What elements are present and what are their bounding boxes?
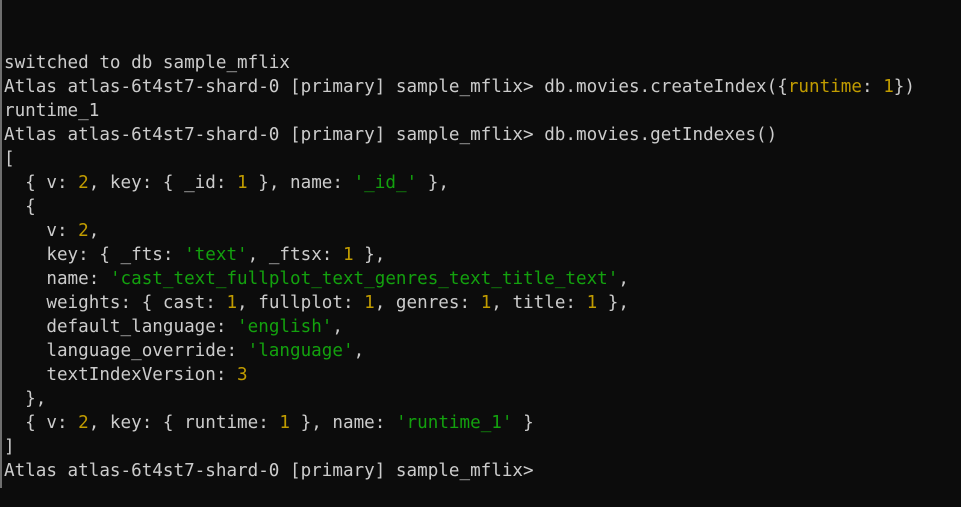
terminal-line: name: 'cast_text_fullplot_text_genres_te… [4,267,961,291]
terminal-line: textIndexVersion: 3 [4,363,961,387]
text-token: }, [4,389,47,409]
string-token: 'text' [184,245,248,265]
terminal-line: language_override: 'language', [4,339,961,363]
text-token: ] [4,437,15,457]
number-token: 1 [480,293,492,313]
text-token: { [4,197,36,217]
text-token: : [862,77,884,97]
terminal-line: [ [4,147,961,171]
text-token: v: [4,221,79,241]
text-token: }, name: [247,173,354,193]
terminal-line: weights: { cast: 1, fullplot: 1, genres:… [4,291,961,315]
text-token: , [332,317,343,337]
string-token: 'english' [237,317,333,337]
number-token: 1 [364,293,375,313]
number-token: 2 [78,413,89,433]
number-token: 1 [237,173,248,193]
text-token: [ [4,149,15,169]
terminal-line: switched to db sample_mflix [4,51,961,75]
terminal-line: default_language: 'english', [4,315,961,339]
text-token: }) [893,77,915,97]
string-token: 'language' [247,341,354,361]
text-token: Atlas atlas-6t4st7-shard-0 [primary] sam… [4,461,545,481]
text-token: Atlas atlas-6t4st7-shard-0 [primary] sam… [4,125,778,145]
text-token: name: [4,269,110,289]
string-token: '_id_' [353,173,418,193]
string-token: 'cast_text_fullplot_text_genres_text_tit… [109,269,619,289]
text-token: runtime_1 [4,101,100,121]
terminal-line: v: 2, [4,219,961,243]
text-token: }, name: [290,413,396,433]
terminal-line: }, [4,387,961,411]
terminal-line: { [4,195,961,219]
terminal-line: key: { _fts: 'text', _ftsx: 1 }, [4,243,961,267]
text-token: Atlas atlas-6t4st7-shard-0 [primary] sam… [4,77,788,97]
text-token: , title: [491,293,587,313]
terminal-line: Atlas atlas-6t4st7-shard-0 [primary] sam… [4,123,961,147]
text-token: key: { _fts: [4,245,185,265]
number-token: 1 [342,245,354,265]
terminal-window[interactable]: switched to db sample_mflix Atlas atlas-6… [0,0,961,488]
number-token: 2 [78,221,89,241]
number-token: 2 [78,173,89,193]
text-token: , fullplot: [237,293,365,313]
prompt-line[interactable]: Atlas atlas-6t4st7-shard-0 [primary] sam… [4,459,961,483]
text-token: weights: { cast: [4,293,227,313]
text-token: { v: [4,413,79,433]
terminal-output: switched to db sample_mflix Atlas atlas-6… [4,51,961,483]
text-token: , _ftsx: [247,245,343,265]
text-token: } [512,413,534,433]
text-token: }, [597,293,629,313]
text-token: default_language: [4,317,238,337]
text-token: }, [353,245,386,265]
text-token: , [353,341,365,361]
number-token: 1 [883,77,894,97]
number-token: runtime [787,77,862,97]
number-token: 1 [279,413,291,433]
text-token: , [618,269,629,289]
text-token: textIndexVersion: [4,365,238,385]
text-token: switched to db sample_mflix [4,53,290,73]
text-token: , [88,221,100,241]
terminal-line: runtime_1 [4,99,961,123]
string-token: 'runtime_1' [395,413,513,433]
text-token: , key: { runtime: [88,413,280,433]
terminal-line: { v: 2, key: { _id: 1 }, name: '_id_' }, [4,171,961,195]
terminal-line: { v: 2, key: { runtime: 1 }, name: 'runt… [4,411,961,435]
number-token: 3 [237,365,248,385]
terminal-line: Atlas atlas-6t4st7-shard-0 [primary] sam… [4,75,961,99]
text-token: { v: [4,173,79,193]
text-token: language_override: [4,341,248,361]
terminal-line: ] [4,435,961,459]
text-token: }, [417,173,449,193]
text-token: , key: { _id: [88,173,238,193]
number-token: 1 [226,293,238,313]
number-token: 1 [586,293,598,313]
text-token: , genres: [374,293,481,313]
